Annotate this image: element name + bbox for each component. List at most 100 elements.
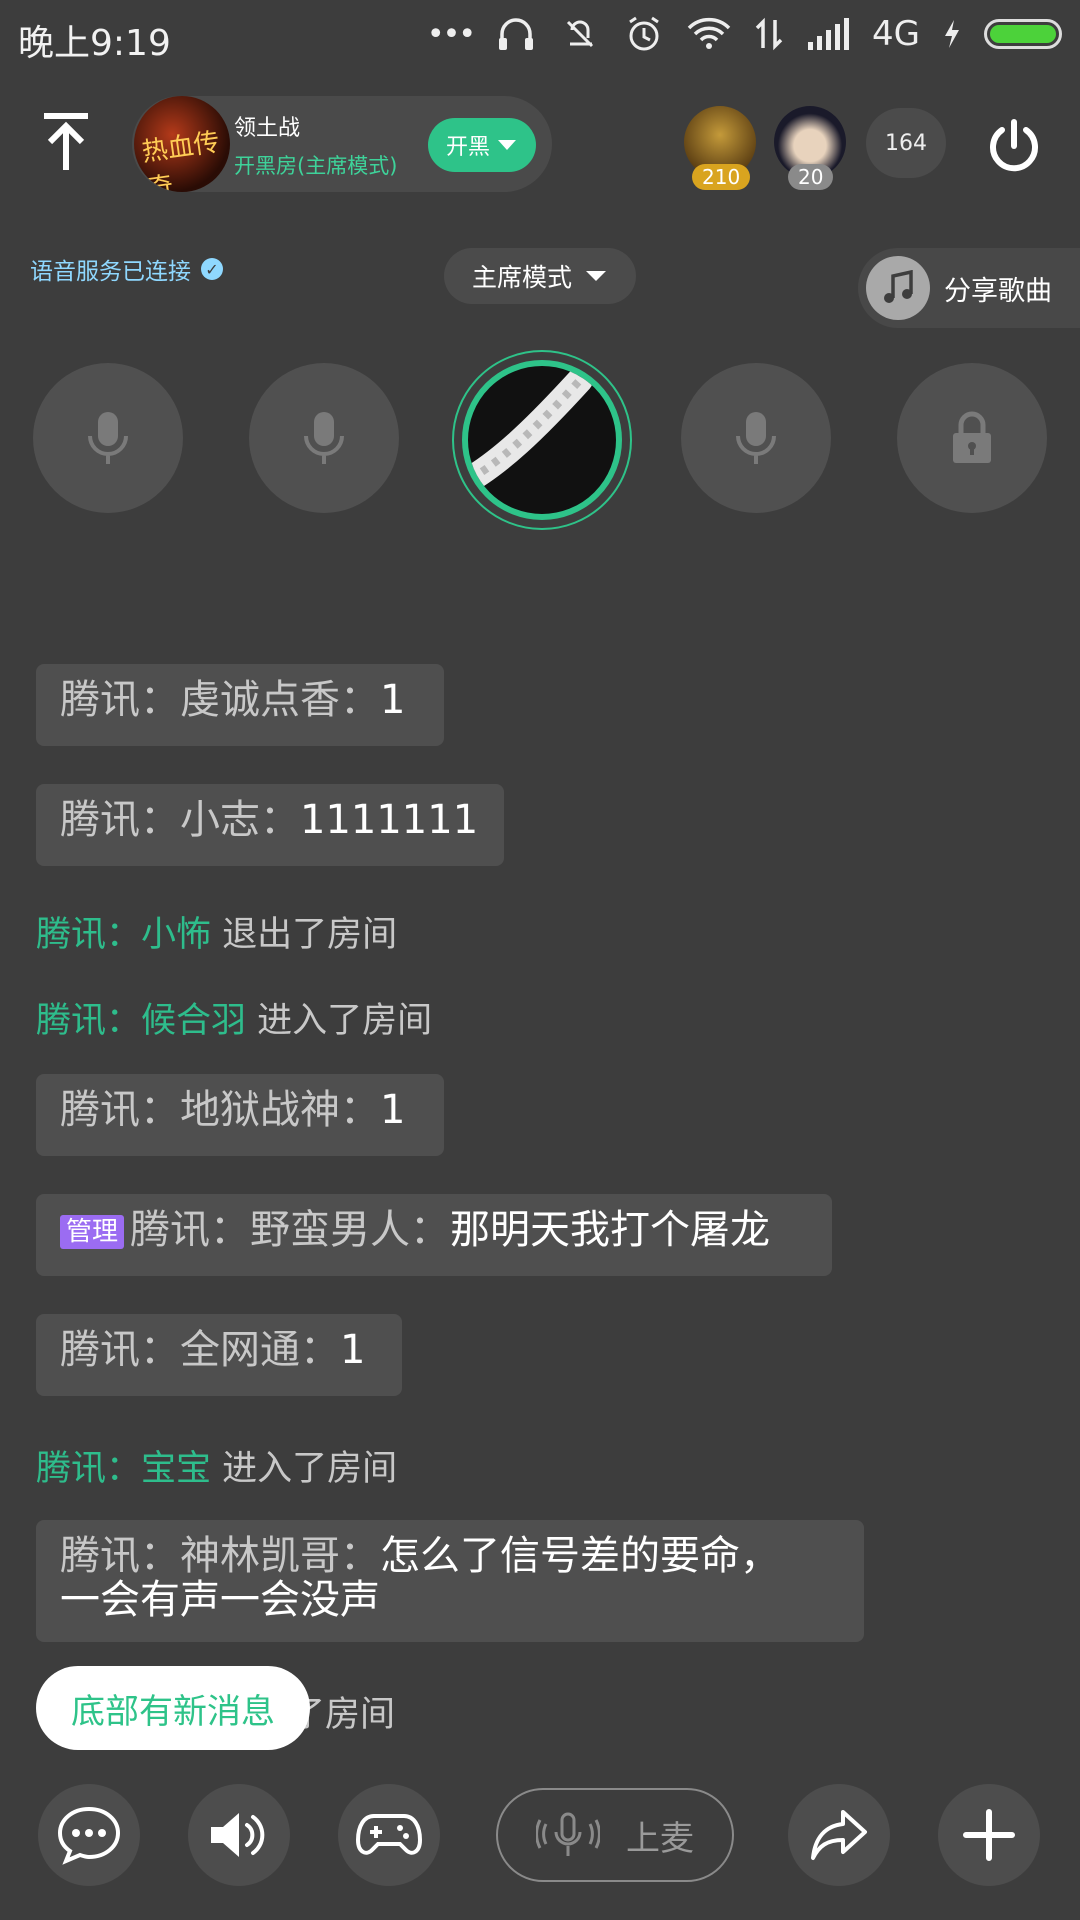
chat-text: 怎么了信号差的要命，: [380, 1533, 780, 1579]
charging-icon: [945, 20, 959, 48]
arrow-up-icon: [44, 113, 88, 170]
network-type: 4G: [872, 14, 920, 54]
chat-prefix: 腾讯：: [60, 1533, 180, 1579]
mic-seat-1[interactable]: [33, 363, 183, 513]
more-dots-icon: •••: [426, 16, 476, 52]
chat-bubble-icon: [57, 1806, 121, 1865]
minimize-button[interactable]: [30, 106, 102, 178]
chat-message[interactable]: 腾讯：小志：1111111: [36, 784, 504, 866]
chat-user: 神林凯哥：: [180, 1533, 380, 1579]
mic-seat-2[interactable]: [249, 363, 399, 513]
check-icon: ✓: [201, 258, 223, 280]
chat-prefix: 腾讯：: [36, 1449, 142, 1489]
speaker-icon: [211, 1813, 265, 1857]
signal-icon: [808, 18, 850, 50]
alarm-icon: [629, 16, 659, 51]
more-button[interactable]: [938, 1784, 1040, 1886]
chat-user: 全网通：: [180, 1327, 340, 1373]
microphone-icon: [736, 412, 776, 464]
caret-down-icon: [586, 271, 606, 281]
room-card[interactable]: 热血传奇 领土战 开黑房(主席模式) 开黑: [132, 96, 552, 192]
chat-user: 小志：: [180, 797, 300, 843]
room-name: 领土战: [234, 116, 301, 141]
chat-user: 野蛮男人：: [250, 1207, 451, 1253]
chat-text: 1111111: [300, 797, 479, 843]
chat-text: 1: [380, 1087, 406, 1133]
status-icons: ••• 4G: [427, 14, 1062, 54]
microphone-wave-icon: [536, 1812, 600, 1856]
room-mode: 开黑房(主席模式): [234, 154, 398, 178]
host-avatar: [462, 360, 622, 520]
mode-label: 主席模式: [471, 263, 572, 292]
vibrate-icon: [566, 20, 594, 48]
system-user[interactable]: 候合羽: [141, 1001, 246, 1041]
member-avatar-2[interactable]: 20: [774, 106, 850, 196]
battery-icon: [984, 19, 1062, 49]
chat-message[interactable]: 管理 腾讯：野蛮男人：那明天我打个屠龙: [36, 1194, 832, 1276]
chat-prefix: 腾讯：: [36, 915, 142, 955]
chat-prefix: 腾讯：: [36, 1001, 142, 1041]
system-message: 腾讯：小怖 退出了房间: [36, 906, 397, 957]
chat-message[interactable]: 腾讯：全网通：1: [36, 1314, 402, 1396]
system-action: 退出了房间: [222, 915, 398, 955]
chat-prefix: 腾讯：: [60, 677, 180, 723]
mic-up-button[interactable]: 上麦: [496, 1788, 734, 1882]
voice-status: 语音服务已连接 ✓: [30, 252, 223, 286]
online-count[interactable]: 164: [866, 108, 946, 178]
chat-text: 1: [380, 677, 406, 723]
music-note-icon: [866, 256, 930, 320]
new-message-toast[interactable]: 底部有新消息: [36, 1666, 310, 1750]
gamepad-icon: [356, 1814, 422, 1855]
chat-user: 虔诚点香：: [180, 677, 380, 723]
status-time: 晚上9:19: [18, 23, 171, 64]
power-icon: [990, 119, 1038, 172]
chat-user: 地狱战神：: [180, 1087, 380, 1133]
system-action: 进入了房间: [222, 1449, 398, 1489]
kaihei-dropdown-button[interactable]: 开黑: [428, 118, 536, 172]
member-badge: 20: [788, 164, 834, 190]
room-cover-text: 热血传奇: [140, 127, 222, 192]
microphone-icon: [304, 412, 344, 464]
mic-seat-5-locked[interactable]: [897, 363, 1047, 513]
chat-message[interactable]: 腾讯：神林凯哥：怎么了信号差的要命， 一会有声一会没声: [36, 1520, 864, 1642]
room-cover: 热血传奇: [134, 96, 230, 192]
chat-text: 1: [340, 1327, 366, 1373]
wifi-icon: [687, 17, 731, 49]
share-song-label: 分享歌曲: [944, 275, 1052, 307]
host-seat[interactable]: [452, 350, 632, 530]
chat-input-button[interactable]: [38, 1784, 140, 1886]
system-user[interactable]: 小怖: [141, 915, 211, 955]
caret-down-icon: [498, 140, 516, 150]
data-arrows-icon: [755, 17, 783, 51]
share-song-button[interactable]: 分享歌曲: [858, 248, 1080, 328]
chat-prefix: 腾讯：: [60, 1327, 180, 1373]
chat-prefix: 腾讯：: [130, 1207, 251, 1253]
share-arrow-icon: [811, 1810, 867, 1860]
plus-icon: [963, 1809, 1015, 1861]
mode-dropdown[interactable]: 主席模式: [444, 248, 636, 304]
share-button[interactable]: [788, 1784, 890, 1886]
member-avatar-1[interactable]: 210: [684, 106, 760, 196]
system-message: 腾讯：宝宝 进入了房间: [36, 1440, 397, 1491]
exit-button[interactable]: [980, 112, 1048, 180]
chat-message[interactable]: 腾讯：虔诚点香：1: [36, 664, 444, 746]
mic-up-label: 上麦: [626, 1818, 694, 1859]
chat-prefix: 腾讯：: [60, 1087, 180, 1133]
kaihei-label: 开黑: [445, 135, 490, 160]
status-bar: 晚上9:19 ••• 4G: [0, 0, 1080, 72]
system-message: 腾讯：候合羽 进入了房间: [36, 992, 432, 1043]
system-action: 进入了房间: [257, 1001, 433, 1041]
chat-message[interactable]: 腾讯：地狱战神：1: [36, 1074, 444, 1156]
mic-seat-4[interactable]: [681, 363, 831, 513]
chat-prefix: 腾讯：: [60, 797, 180, 843]
system-user[interactable]: 宝宝: [141, 1449, 211, 1489]
chat-text: 那明天我打个屠龙: [450, 1207, 771, 1253]
microphone-icon: [88, 412, 128, 464]
admin-tag: 管理: [60, 1214, 125, 1250]
lock-icon: [953, 411, 991, 463]
chat-text-line2: 一会有声一会没声: [60, 1577, 380, 1623]
game-button[interactable]: [338, 1784, 440, 1886]
member-badge: 210: [692, 164, 751, 190]
speaker-button[interactable]: [188, 1784, 290, 1886]
voice-status-label: 语音服务已连接: [30, 259, 191, 285]
